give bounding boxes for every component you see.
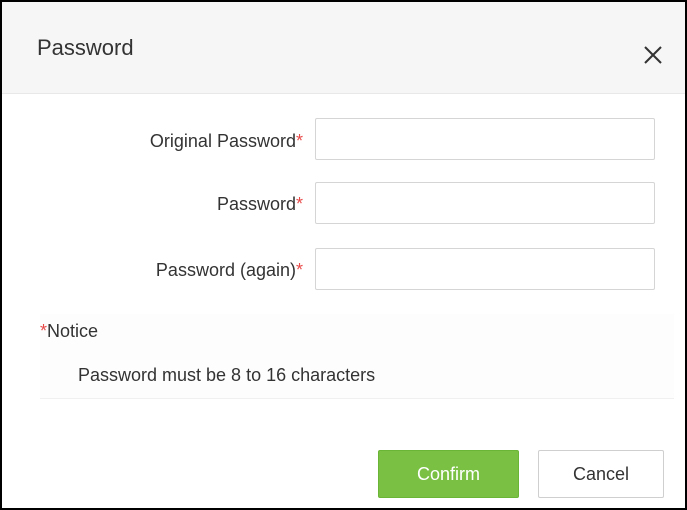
- confirm-button[interactable]: Confirm: [378, 450, 519, 498]
- close-icon[interactable]: [640, 42, 666, 68]
- notice-text: Password must be 8 to 16 characters: [78, 365, 376, 385]
- required-mark: *: [295, 194, 303, 214]
- dialog-header: Password: [2, 2, 685, 94]
- notice-title: *Notice: [40, 321, 99, 341]
- original-password-input[interactable]: [315, 118, 655, 160]
- password-again-input[interactable]: [315, 248, 655, 290]
- required-mark: *: [295, 260, 303, 280]
- dialog-title: Password: [37, 35, 134, 60]
- required-mark: *: [295, 131, 303, 151]
- required-mark: *: [40, 321, 48, 341]
- notice-panel: *Notice Password must be 8 to 16 charact…: [40, 314, 674, 399]
- cancel-button[interactable]: Cancel: [538, 450, 664, 498]
- password-input[interactable]: [315, 182, 655, 224]
- password-again-label: Password (again)*: [155, 260, 303, 280]
- original-password-label: Original Password*: [149, 131, 303, 151]
- password-dialog: Password Original Password* Password* Pa…: [0, 0, 687, 510]
- password-label: Password*: [216, 194, 303, 214]
